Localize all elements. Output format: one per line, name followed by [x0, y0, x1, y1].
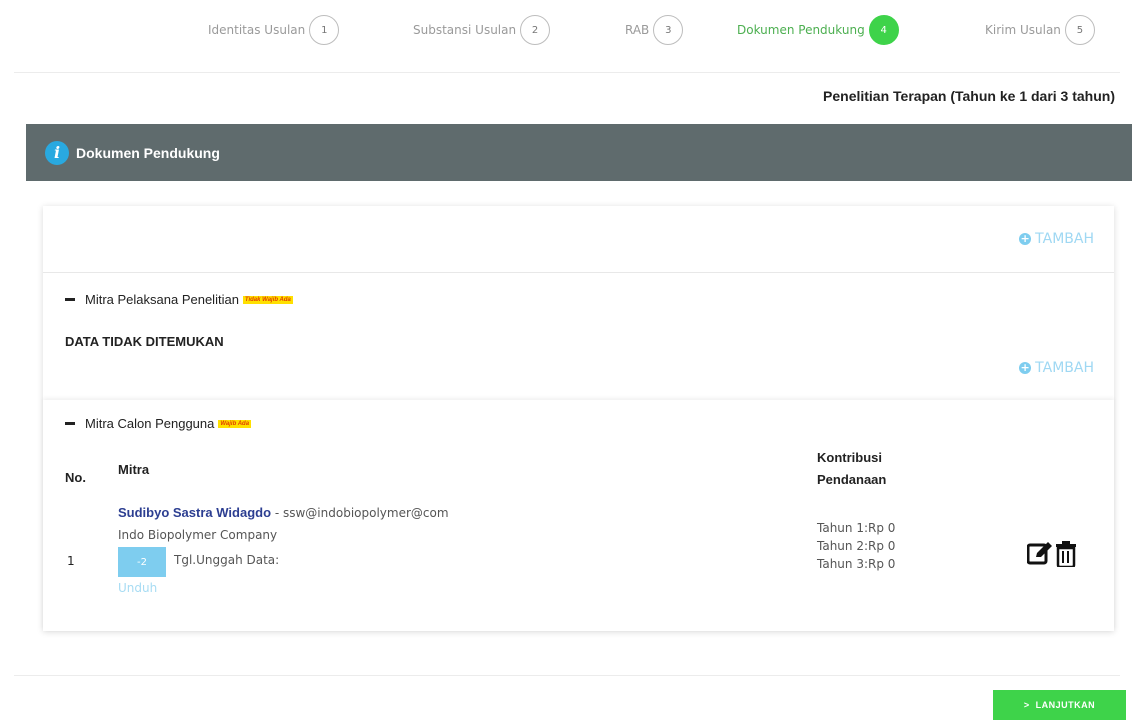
column-header-pendanaan: Pendanaan [817, 472, 887, 487]
tambah-button-section1[interactable]: + TAMBAH [1019, 360, 1094, 376]
plus-icon: + [1019, 232, 1032, 245]
step-label: Substansi Usulan [413, 23, 517, 37]
column-header-kontribusi: Kontribusi [817, 450, 882, 465]
bottom-divider [14, 675, 1120, 676]
collapse-icon [65, 298, 75, 301]
optional-badge: Tidak Wajib Ada [242, 295, 293, 304]
step-number: 1 [309, 15, 340, 45]
lanjutkan-label: LANJUTKAN [1035, 700, 1096, 710]
document-thumbnail-icon[interactable]: -2 [118, 547, 166, 577]
trash-icon[interactable] [1055, 541, 1077, 567]
required-badge: Wajib Ada [218, 419, 252, 428]
mitra-company: Indo Biopolymer Company [118, 528, 278, 542]
step-dokumen-pendukung[interactable]: Dokumen Pendukung 4 [737, 14, 899, 46]
collapse-icon [65, 422, 75, 425]
unduh-link[interactable]: Unduh [118, 581, 157, 595]
panel-title: Dokumen Pendukung [76, 144, 220, 161]
step-label: Identitas Usulan [208, 23, 306, 37]
tambah-button-top[interactable]: + TAMBAH [1019, 231, 1094, 247]
section-label: Mitra Pelaksana Penelitian [85, 292, 239, 307]
wizard-stepper: Identitas Usulan 1 Substansi Usulan 2 RA… [0, 14, 1135, 46]
plus-icon: + [1019, 361, 1032, 374]
kontribusi-tahun-3: Tahun 3:Rp 0 [817, 557, 896, 571]
step-number: 3 [653, 15, 684, 45]
scheme-info: Penelitian Terapan (Tahun ke 1 dari 3 ta… [823, 88, 1115, 104]
upload-date-label: Tgl.Unggah Data: [174, 553, 280, 567]
step-label: RAB [625, 23, 650, 37]
section-divider [43, 272, 1114, 273]
empty-state-text: DATA TIDAK DITEMUKAN [65, 334, 224, 349]
mitra-name-link[interactable]: Sudibyo Sastra Widagdo [118, 505, 271, 520]
step-kirim-usulan[interactable]: Kirim Usulan 5 [985, 14, 1095, 46]
mitra-email: - ssw@indobiopolymer@com [274, 506, 449, 520]
section-mitra-calon-title[interactable]: Mitra Calon Pengguna Wajib Ada [65, 416, 252, 431]
step-rab[interactable]: RAB 3 [625, 14, 684, 46]
section-mitra-calon-pengguna: Mitra Calon Pengguna Wajib Ada No. Mitra… [43, 400, 1114, 631]
info-icon: i [45, 140, 69, 165]
column-header-no: No. [65, 470, 86, 485]
section-mitra-pelaksana-title[interactable]: Mitra Pelaksana Penelitian Tidak Wajib A… [65, 292, 293, 307]
documents-card: + TAMBAH Mitra Pelaksana Penelitian Tida… [43, 206, 1114, 631]
row-number: 1 [67, 554, 75, 568]
section-label: Mitra Calon Pengguna [85, 416, 215, 431]
step-label: Dokumen Pendukung [737, 23, 865, 37]
chevron-right-icon: > [1023, 700, 1030, 710]
step-identitas-usulan[interactable]: Identitas Usulan 1 [208, 14, 340, 46]
step-number: 2 [520, 15, 551, 45]
step-number: 4 [868, 15, 899, 45]
step-substansi-usulan[interactable]: Substansi Usulan 2 [413, 14, 551, 46]
lanjutkan-button[interactable]: > LANJUTKAN [993, 690, 1126, 720]
step-number: 5 [1064, 15, 1095, 45]
step-label: Kirim Usulan [985, 23, 1061, 37]
kontribusi-tahun-2: Tahun 2:Rp 0 [817, 539, 896, 553]
kontribusi-tahun-1: Tahun 1:Rp 0 [817, 521, 896, 535]
mitra-contact: Sudibyo Sastra Widagdo - ssw@indobiopoly… [118, 505, 449, 520]
top-divider [14, 72, 1120, 73]
panel-header: i Dokumen Pendukung [26, 124, 1132, 181]
column-header-mitra: Mitra [118, 462, 150, 477]
edit-icon[interactable] [1027, 542, 1053, 566]
tambah-label: TAMBAH [1035, 360, 1094, 376]
tambah-label: TAMBAH [1035, 231, 1094, 247]
